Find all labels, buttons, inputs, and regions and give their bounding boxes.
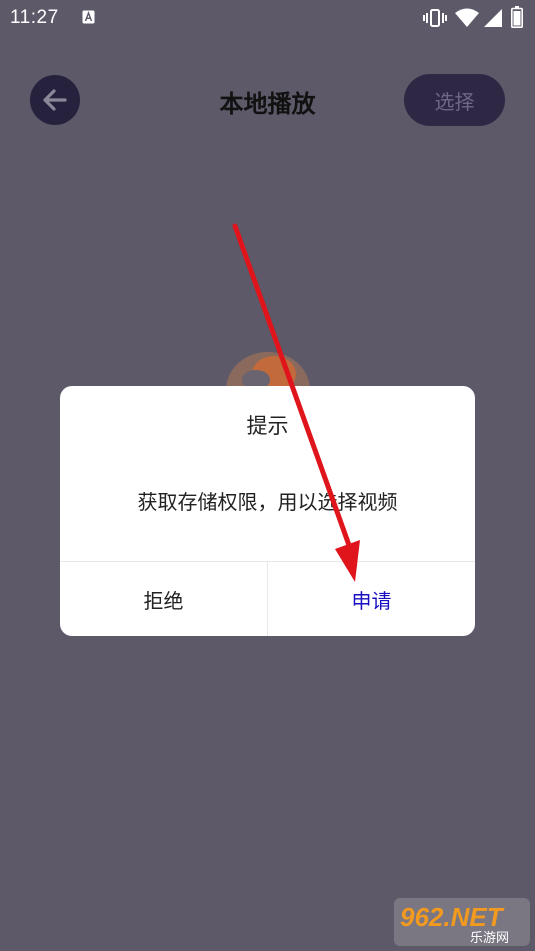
- select-button[interactable]: 选择: [404, 74, 505, 126]
- permission-dialog: 提示 获取存储权限，用以选择视频 拒绝 申请: [60, 386, 475, 636]
- vibrate-icon: [423, 9, 447, 27]
- watermark-brand: 962.NET: [400, 902, 505, 932]
- dialog-title: 提示: [246, 414, 289, 438]
- status-bar: 11:27: [0, 0, 535, 36]
- request-button[interactable]: 申请: [268, 562, 475, 636]
- deny-button[interactable]: 拒绝: [60, 562, 267, 636]
- dialog-message: 获取存储权限，用以选择视频: [137, 490, 398, 514]
- a-notification-icon: [82, 10, 95, 24]
- wifi-icon: [455, 8, 479, 27]
- app-header: 本地播放 选择: [0, 60, 535, 140]
- battery-icon: [511, 6, 523, 28]
- status-time: 11:27: [10, 7, 59, 28]
- watermark-subtitle: 乐游网: [470, 931, 509, 946]
- watermark-logo: 962.NET 乐游网: [394, 898, 530, 946]
- signal-icon: [484, 9, 502, 27]
